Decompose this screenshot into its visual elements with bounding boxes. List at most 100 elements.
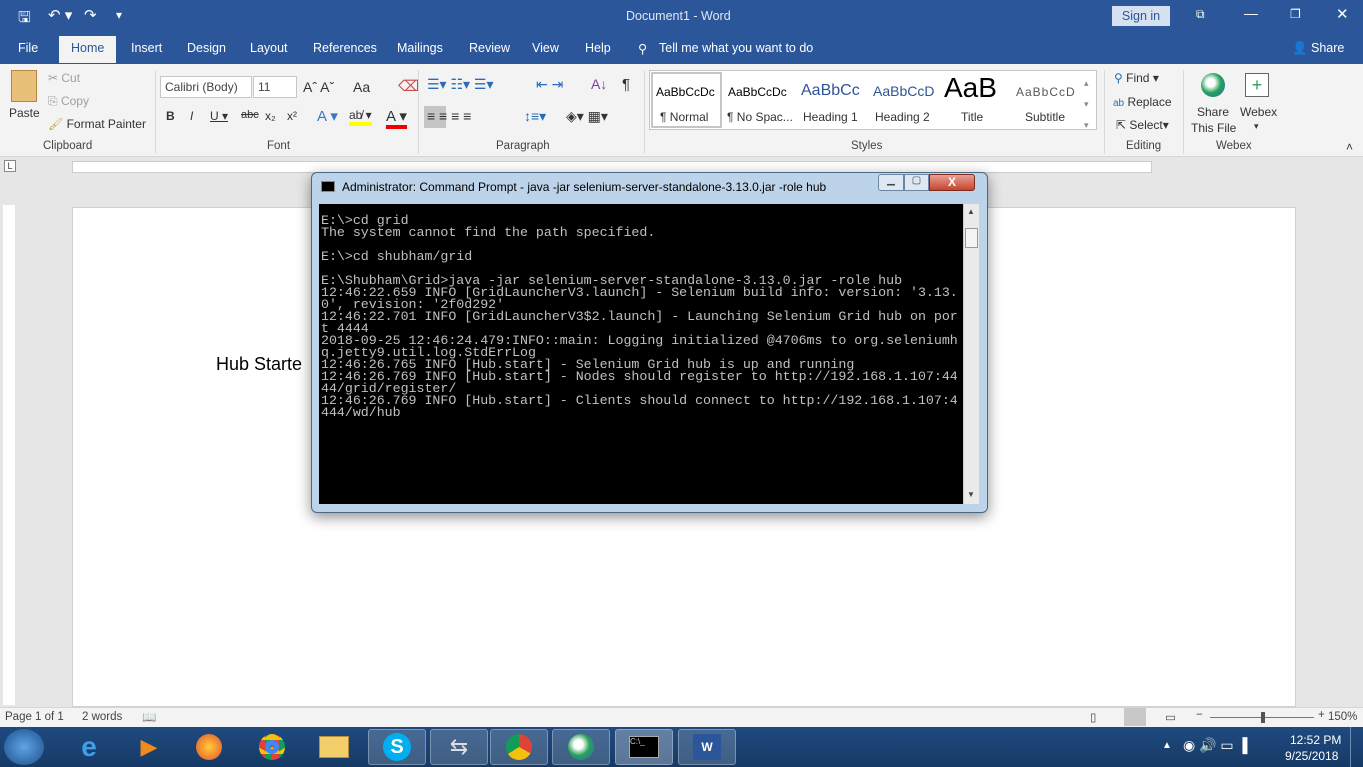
tab-view[interactable]: View — [532, 41, 559, 55]
taskbar-media-player[interactable]: ▶ — [120, 729, 178, 765]
sign-in-button[interactable]: Sign in — [1112, 6, 1170, 26]
redo-icon[interactable]: ↷ — [84, 6, 97, 24]
replace-button[interactable]: ab Replace — [1113, 95, 1172, 109]
style-normal-name[interactable]: ¶ Normal — [660, 110, 708, 124]
taskbar-firefox[interactable] — [180, 729, 238, 765]
zoom-slider-thumb[interactable] — [1261, 712, 1265, 723]
customize-toolbar-icon[interactable]: ▾ — [116, 8, 122, 22]
find-button[interactable]: ⚲ Find ▾ — [1114, 71, 1159, 85]
subscript-button[interactable]: x₂ — [265, 109, 276, 123]
ribbon-display-icon[interactable]: ⧉ — [1196, 7, 1205, 22]
taskbar-ie[interactable]: e — [60, 729, 118, 765]
superscript-button[interactable]: x² — [287, 109, 297, 123]
share-button[interactable]: Share — [1311, 41, 1344, 55]
save-icon[interactable]: 🖫 — [18, 7, 31, 32]
taskbar-cmd[interactable]: C:\_ — [615, 729, 673, 765]
taskbar-app[interactable]: ⇆ — [430, 729, 488, 765]
minimize-button[interactable]: — — [1244, 5, 1258, 21]
paste-button[interactable]: Paste — [9, 106, 40, 120]
tab-file[interactable]: File — [18, 41, 38, 55]
font-name-select[interactable]: Calibri (Body) — [160, 76, 252, 98]
webex-button[interactable]: Webex — [1240, 105, 1277, 119]
read-mode-icon[interactable]: ▯ — [1090, 710, 1096, 724]
taskbar-explorer[interactable] — [305, 729, 363, 765]
tray-icons[interactable]: ◉ 🔊 ▭ ▐ — [1183, 737, 1247, 754]
style-nospacing-name[interactable]: ¶ No Spac... — [727, 110, 793, 124]
taskbar-chrome[interactable] — [243, 729, 301, 765]
style-heading2-preview[interactable]: AaBbCcD — [873, 83, 934, 99]
grow-font-icon[interactable]: Aˆ Aˇ — [303, 79, 334, 95]
line-spacing-icon[interactable]: ↕≡▾ — [524, 108, 546, 125]
clock-time[interactable]: 12:52 PM — [1290, 733, 1341, 747]
indent-icon[interactable]: ⇤ ⇥ — [536, 76, 563, 93]
zoom-level[interactable]: 150% — [1328, 711, 1357, 723]
style-subtitle-preview[interactable]: AaBbCcD — [1016, 85, 1076, 99]
restore-button[interactable]: ❐ — [1290, 7, 1301, 21]
page-count[interactable]: Page 1 of 1 — [5, 711, 64, 723]
style-heading2-name[interactable]: Heading 2 — [875, 110, 930, 124]
scroll-up-arrow[interactable]: ▲ — [967, 207, 975, 216]
change-case-button[interactable]: Aa — [353, 79, 370, 95]
taskbar-webex[interactable] — [552, 729, 610, 765]
tell-me-search[interactable]: Tell me what you want to do — [659, 41, 813, 55]
text-effects-icon[interactable]: A ▾ — [317, 107, 338, 125]
share-this-file-label[interactable]: This File — [1191, 121, 1236, 135]
zoom-in-button[interactable]: + — [1318, 709, 1325, 721]
proofing-icon[interactable]: 📖 — [142, 710, 156, 724]
cmd-minimize-button[interactable]: ▁ — [878, 174, 904, 191]
style-title-preview[interactable]: AaB — [944, 72, 997, 104]
tab-layout[interactable]: Layout — [250, 41, 288, 55]
console-output[interactable]: E:\>cd grid The system cannot find the pa… — [319, 204, 963, 504]
print-layout-icon[interactable] — [1124, 708, 1146, 726]
taskbar-skype[interactable]: S — [368, 729, 426, 765]
tab-home[interactable]: Home — [59, 36, 117, 63]
close-button[interactable]: ✕ — [1336, 5, 1349, 23]
style-heading1-preview[interactable]: AaBbCc — [801, 82, 860, 100]
collapse-ribbon-icon[interactable]: ˄ — [1346, 140, 1353, 154]
select-button[interactable]: ⇱ Select▾ — [1116, 118, 1169, 132]
start-button[interactable] — [4, 729, 44, 765]
tab-mailings[interactable]: Mailings — [397, 41, 443, 55]
bullets-icon[interactable]: ☰▾ ☷▾ ☰▾ — [427, 76, 494, 93]
document-text[interactable]: Hub Starte — [216, 354, 302, 375]
show-hidden-icons[interactable]: ▲ — [1162, 740, 1172, 751]
tab-references[interactable]: References — [313, 41, 377, 55]
taskbar-chrome-2[interactable] — [490, 729, 548, 765]
clear-formatting-icon[interactable]: ⌫ — [398, 77, 419, 95]
italic-button[interactable]: I — [190, 109, 193, 123]
scroll-thumb[interactable] — [965, 228, 978, 248]
cmd-close-button[interactable]: X — [929, 174, 975, 191]
cmd-maximize-button[interactable]: ▢ — [904, 174, 929, 191]
taskbar-word[interactable]: W — [678, 729, 736, 765]
tab-design[interactable]: Design — [187, 41, 226, 55]
clock-date[interactable]: 9/25/2018 — [1285, 749, 1338, 763]
copy-button[interactable]: ⎘ Copy — [48, 94, 89, 109]
align-icons[interactable]: ≡ ≡ ≡ ≡ — [427, 108, 471, 124]
show-marks-icon[interactable]: ¶ — [622, 76, 630, 93]
styles-scroll-icon[interactable]: ▴ ▾ ▾ — [1084, 78, 1089, 131]
show-desktop-button[interactable] — [1350, 727, 1363, 767]
tab-help[interactable]: Help — [585, 41, 611, 55]
webex-dropdown-icon[interactable]: ▾ — [1254, 121, 1259, 132]
style-heading1-name[interactable]: Heading 1 — [803, 110, 858, 124]
undo-icon[interactable]: ↶ ▾ — [48, 6, 72, 24]
console-scrollbar[interactable]: ▲ ▼ — [963, 204, 979, 504]
sort-icon[interactable]: A↓ — [591, 76, 607, 92]
command-prompt-window[interactable]: Administrator: Command Prompt - java -ja… — [311, 172, 988, 513]
vertical-ruler[interactable] — [3, 205, 15, 705]
style-title-name[interactable]: Title — [961, 110, 983, 124]
font-size-select[interactable]: 11 — [253, 76, 297, 98]
word-count[interactable]: 2 words — [82, 711, 122, 723]
tab-selector[interactable]: L — [4, 160, 16, 172]
zoom-out-button[interactable]: − — [1196, 709, 1203, 721]
scroll-down-arrow[interactable]: ▼ — [967, 490, 975, 499]
strikethrough-button[interactable]: abc — [241, 109, 259, 121]
style-subtitle-name[interactable]: Subtitle — [1025, 110, 1065, 124]
bold-button[interactable]: B — [166, 109, 175, 123]
web-layout-icon[interactable]: ▭ — [1165, 710, 1176, 724]
font-color-icon[interactable]: A ▾ — [386, 107, 407, 129]
cut-button[interactable]: ✂ Cut — [48, 71, 80, 85]
style-nospacing-preview[interactable]: AaBbCcDc — [728, 85, 787, 99]
style-normal-preview[interactable]: AaBbCcDc — [656, 85, 715, 99]
share-this-file-button[interactable]: Share — [1197, 105, 1229, 119]
